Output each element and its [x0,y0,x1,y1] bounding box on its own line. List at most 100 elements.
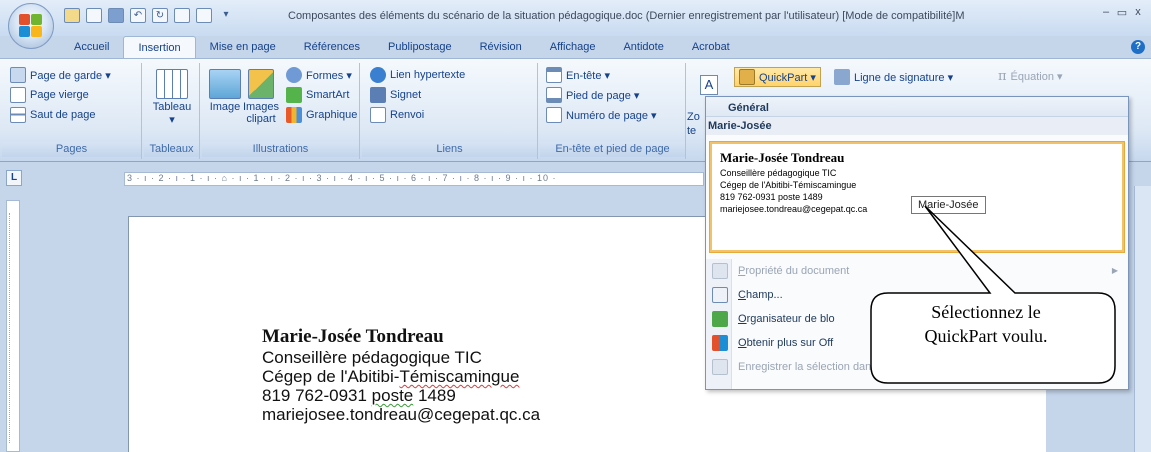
tab-antidote[interactable]: Antidote [609,36,677,58]
open-folder-icon[interactable] [64,8,80,23]
smartart-label: SmartArt [306,89,350,101]
group-liens: Lien hypertexte Signet Renvoi Liens [362,63,538,159]
horizontal-ruler[interactable]: 3 · ı · 2 · ı · 1 · ı · ⌂ · ı · 1 · ı · … [124,172,704,186]
redo-icon[interactable]: ↻ [152,8,168,23]
customize-qat-icon[interactable]: ▾ [218,8,234,23]
table-dropdown-arrow: ▾ [169,114,175,126]
hyperlink-label: Lien hypertexte [390,69,466,81]
tab-revision[interactable]: Révision [466,36,536,58]
preview-line-3: 819 762-0931 poste 1489 [720,192,823,202]
blank-page-label: Page vierge [30,89,89,101]
zone-label: Zo [687,111,700,123]
building-blocks-icon [712,311,728,327]
tab-acrobat[interactable]: Acrobat [678,36,744,58]
cross-reference-button[interactable]: Renvoi [370,107,424,123]
menu-item-0-mnemonic: P [738,265,746,277]
header-button[interactable]: En-tête ▾ [546,67,610,83]
tab-mise-en-page[interactable]: Mise en page [196,36,290,58]
window-title: Composantes des éléments du scénario de … [288,10,965,22]
maximize-button[interactable]: ▭ [1115,6,1129,19]
quickpart-button[interactable]: QuickPart ▾ [734,67,821,87]
quickpart-preview-entry[interactable]: Marie-Josée Tondreau Conseillère pédagog… [709,141,1125,253]
field-icon [712,287,728,303]
hyperlink-icon [370,67,386,83]
clipart-button[interactable]: Images clipart [242,69,280,125]
tab-publipostage[interactable]: Publipostage [374,36,466,58]
signature-icon [834,69,850,85]
image-button[interactable]: Image [206,69,244,113]
preview-line-1: Conseillère pédagogique TIC [720,168,837,178]
group-pages: Page de garde ▾ Page vierge Saut de page… [2,63,142,159]
menu-item-1-mnemonic: C [738,289,746,301]
equation-label: Équation ▾ [1010,71,1063,83]
minimize-button[interactable]: – [1099,6,1113,19]
title-bar: ↶ ↻ ▾ Composantes des éléments du scénar… [0,0,1151,36]
tab-selector[interactable]: L [6,170,22,186]
cross-reference-label: Renvoi [390,109,425,121]
shapes-label: Formes ▾ [306,69,352,82]
zone-label-2: te [687,125,697,137]
equation-button[interactable]: π Équation ▾ [998,69,1063,84]
vertical-scrollbar[interactable] [1134,186,1151,452]
group-label-entete: En-tête et pied de page [540,142,685,157]
page-number-label: Numéro de page ▾ [566,109,657,122]
help-icon[interactable]: ? [1131,40,1145,54]
page-break-button[interactable]: Saut de page [10,107,95,123]
smartart-button[interactable]: SmartArt [286,87,349,103]
header-label: En-tête ▾ [566,69,611,82]
zone-text-label: Zo [687,111,700,123]
shapes-button[interactable]: Formes ▾ [286,67,352,83]
menu-item-save-selection[interactable]: Enregistrer la sélection dans la galerie… [706,355,1130,379]
office-button[interactable] [8,3,54,49]
tab-insertion[interactable]: Insertion [123,36,196,58]
callout-text: Sélectionnez le QuickPart voulu. [870,300,1102,348]
vertical-ruler[interactable] [6,200,20,452]
gallery-header: Général [706,97,1128,117]
signature-block[interactable]: Marie-Josée Tondreau Conseillère pédagog… [262,326,540,424]
signature-line-1: Conseillère pédagogique TIC [262,348,482,367]
gallery-subheader: Marie-Josée [706,117,1128,135]
signature-line-button[interactable]: Ligne de signature ▾ [834,69,953,85]
group-label-liens: Liens [362,142,537,157]
save-icon[interactable] [108,8,124,23]
clipart-label: Images [242,101,280,113]
ribbon-tabs: Accueil Insertion Mise en page Référence… [60,36,744,58]
quickpart-label: QuickPart ▾ [759,71,816,84]
preview-name: Marie-Josée Tondreau [720,150,845,165]
pi-icon: π [998,69,1007,84]
footer-button[interactable]: Pied de page ▾ [546,87,639,103]
smartart-icon [286,87,302,103]
signature-label: Ligne de signature ▾ [854,71,954,84]
tab-accueil[interactable]: Accueil [60,36,123,58]
print-preview-icon[interactable] [196,8,212,23]
table-button[interactable]: Tableau ▾ [150,69,194,126]
office-online-icon [712,335,728,351]
hyperlink-button[interactable]: Lien hypertexte [370,67,465,83]
page-number-button[interactable]: Numéro de page ▾ [546,107,657,123]
clipart-icon [248,69,274,99]
cover-page-label: Page de garde ▾ [30,69,111,82]
callout-line-2: QuickPart voulu. [924,326,1048,346]
tab-references[interactable]: Références [290,36,374,58]
tab-affichage[interactable]: Affichage [536,36,610,58]
group-tableaux: Tableau ▾ Tableaux [144,63,200,159]
blank-page-button[interactable]: Page vierge [10,87,89,103]
undo-icon[interactable]: ↶ [130,8,146,23]
signature-line-2: Cégep de l'Abitibi-Témiscamingue [262,367,540,386]
text-box-button[interactable]: A [698,75,720,95]
page-number-icon [546,107,562,123]
menu-item-4-label: Enregistrer la sélection dans la galerie… [738,361,1054,373]
menu-item-document-property[interactable]: Propriété du document ▶ [706,259,1130,283]
print-icon[interactable] [174,8,190,23]
bookmark-button[interactable]: Signet [370,87,421,103]
new-document-icon[interactable] [86,8,102,23]
chart-button[interactable]: Graphique [286,107,357,123]
quick-access-toolbar: ↶ ↻ ▾ [64,8,234,23]
quickpart-icon [739,69,755,85]
cover-page-button[interactable]: Page de garde ▾ [10,67,111,83]
close-button[interactable]: x [1131,6,1145,19]
group-entete: En-tête ▾ Pied de page ▾ Numéro de page … [540,63,686,159]
callout-line-1: Sélectionnez le [931,302,1041,322]
preview-line-2: Cégep de l'Abitibi-Témiscamingue [720,180,857,190]
document-property-icon [712,263,728,279]
